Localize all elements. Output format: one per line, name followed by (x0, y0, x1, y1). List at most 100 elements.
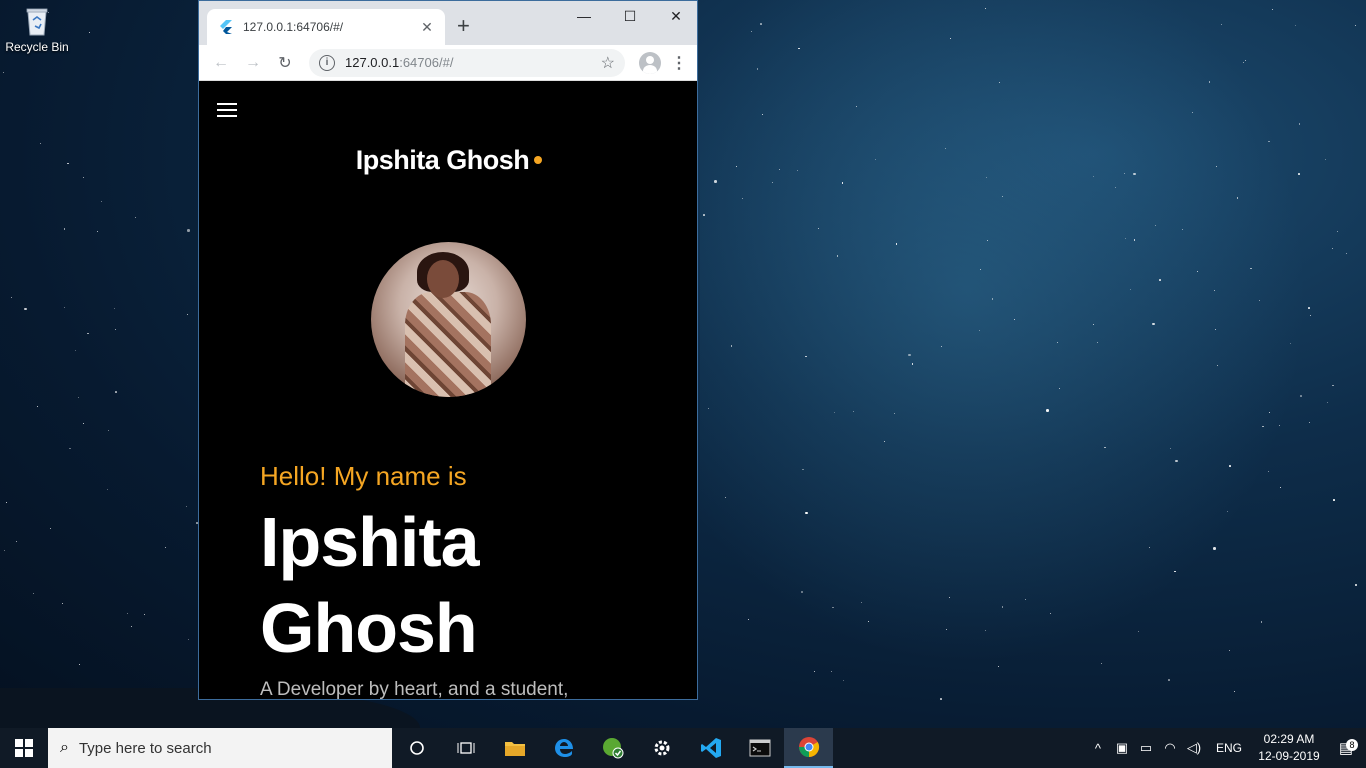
star (67, 162, 69, 165)
hero-name: Ipshita Ghosh (260, 499, 480, 671)
search-placeholder: Type here to search (78, 739, 212, 757)
url-path: :64706/#/ (399, 55, 454, 70)
taskbar: ⌕ Type here to search ^ ▣ ▭ ◠ ◁) ENG 02:… (0, 728, 1366, 768)
star (1229, 465, 1231, 467)
star (10, 296, 13, 299)
network-status-icon[interactable]: ▣ (1110, 740, 1134, 756)
taskbar-search-box[interactable]: ⌕ Type here to search (48, 728, 392, 768)
tab-close-icon[interactable]: ✕ (419, 19, 435, 36)
show-hidden-icons-chevron-icon[interactable]: ^ (1086, 741, 1110, 756)
star (83, 423, 85, 425)
maximize-button[interactable]: ☐ (607, 5, 653, 27)
profile-photo (371, 242, 526, 397)
star (69, 447, 71, 450)
star (798, 47, 800, 50)
close-window-button[interactable]: ✕ (653, 5, 697, 27)
windows-logo-icon (15, 739, 33, 757)
recycle-bin-label: Recycle Bin (5, 40, 69, 54)
vscode-icon[interactable] (686, 728, 735, 768)
star (1298, 123, 1301, 125)
input-language[interactable]: ENG (1206, 741, 1252, 755)
star (63, 228, 66, 230)
brand-name: Ipshita Ghosh (355, 145, 530, 175)
star (63, 307, 65, 309)
bookmark-star-icon[interactable]: ☆ (601, 53, 615, 73)
green-app-icon[interactable] (588, 728, 637, 768)
file-explorer-icon[interactable] (490, 728, 539, 768)
task-view-icon[interactable] (441, 728, 490, 768)
forward-button[interactable]: → (239, 49, 267, 77)
site-brand[interactable]: Ipshita Ghosh (199, 145, 697, 176)
clock[interactable]: 02:29 AM 12-09-2019 (1252, 731, 1326, 765)
hero-last-name: Ghosh (260, 589, 478, 667)
star (1354, 24, 1356, 26)
active-tab[interactable]: 127.0.0.1:64706/#/ ✕ (207, 9, 445, 45)
star (188, 639, 190, 641)
star (852, 410, 854, 412)
star (113, 308, 115, 310)
star (114, 328, 116, 330)
star (875, 158, 877, 160)
star (984, 7, 986, 9)
star (5, 501, 8, 504)
star (979, 268, 981, 270)
star (4, 549, 6, 551)
star (75, 349, 77, 351)
star (1181, 228, 1183, 230)
star (1268, 140, 1270, 143)
address-bar[interactable]: i 127.0.0.1 :64706/#/ ☆ (309, 48, 625, 77)
star (894, 412, 896, 414)
new-tab-button[interactable]: + (457, 15, 470, 37)
star (39, 142, 42, 145)
recycle-bin-icon (24, 6, 50, 36)
chrome-menu-icon[interactable]: ⋮ (669, 53, 689, 73)
star (107, 430, 109, 432)
star (1213, 547, 1216, 550)
star (32, 593, 34, 595)
terminal-icon[interactable] (735, 728, 784, 768)
star (36, 406, 38, 408)
star (107, 489, 109, 491)
star (127, 613, 129, 615)
star (1168, 679, 1170, 681)
star (87, 332, 89, 335)
back-button[interactable]: ← (207, 49, 235, 77)
hamburger-menu-icon[interactable] (217, 103, 237, 117)
star (1152, 322, 1155, 326)
brand-dot (534, 155, 543, 164)
edge-browser-icon[interactable] (539, 728, 588, 768)
star (187, 229, 190, 232)
star (940, 698, 942, 700)
flutter-favicon-icon (220, 20, 232, 34)
star (1250, 267, 1252, 270)
start-button[interactable] (0, 728, 48, 768)
star (115, 391, 117, 393)
wifi-icon[interactable]: ◠ (1158, 740, 1182, 756)
settings-gear-icon[interactable] (637, 728, 686, 768)
action-center-icon[interactable]: ▤ 8 (1326, 739, 1366, 757)
battery-icon[interactable]: ▭ (1134, 740, 1158, 756)
star (1169, 447, 1171, 449)
star (805, 511, 808, 515)
star (1326, 402, 1328, 404)
chrome-icon[interactable] (784, 728, 833, 768)
reload-button[interactable]: ↻ (271, 49, 299, 77)
star (841, 182, 844, 184)
star (79, 663, 81, 665)
volume-icon[interactable]: ◁) (1182, 740, 1206, 756)
star (131, 625, 133, 627)
star (1192, 111, 1194, 113)
hero-first-name: Ipshita (260, 503, 480, 581)
cortana-icon[interactable] (392, 728, 441, 768)
site-info-icon[interactable]: i (319, 54, 335, 71)
star (1214, 328, 1216, 330)
star (49, 527, 52, 530)
minimize-button[interactable]: — (561, 5, 607, 27)
star (100, 200, 103, 203)
star (1213, 289, 1215, 291)
profile-avatar-icon[interactable] (639, 51, 661, 74)
star (760, 23, 762, 25)
browser-toolbar: ← → ↻ i 127.0.0.1 :64706/#/ ☆ ⋮ (199, 45, 697, 81)
recycle-bin-shortcut[interactable]: Recycle Bin (4, 6, 70, 54)
star (1114, 186, 1116, 188)
